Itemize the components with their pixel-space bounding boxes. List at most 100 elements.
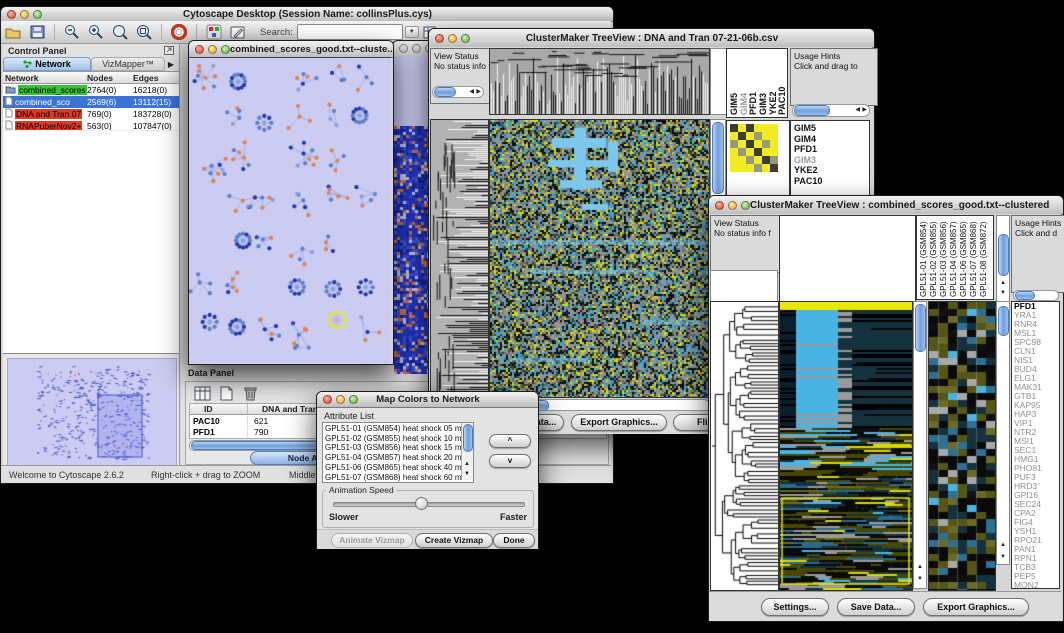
zoom-button[interactable] — [221, 45, 230, 54]
network-overview-canvas[interactable] — [7, 358, 177, 468]
slider-thumb[interactable] — [415, 497, 428, 510]
tv2-column-tree-area[interactable] — [779, 215, 916, 302]
tab-network[interactable]: Network — [3, 57, 91, 71]
minimize-button[interactable] — [448, 34, 457, 43]
matrix-cell[interactable] — [738, 124, 746, 132]
attribute-list-scroll-thumb[interactable] — [463, 424, 473, 452]
tv1-column-label[interactable]: PAC10 — [777, 51, 787, 115]
tv1-column-label[interactable]: GIM5 — [729, 51, 739, 115]
treeview2-title-bar[interactable]: ClusterMaker TreeView : combined_scores_… — [709, 196, 1063, 215]
attribute-list-item[interactable]: GPL51-02 (GSM855) heat shock 10 min — [323, 434, 461, 444]
matrix-cell[interactable] — [754, 132, 762, 140]
tv1-gene-label[interactable]: YKE2 — [794, 165, 869, 176]
matrix-cell[interactable] — [762, 124, 770, 132]
matrix-cell[interactable] — [746, 164, 754, 172]
matrix-cell[interactable] — [754, 156, 762, 164]
save-data-button[interactable]: Save Data... — [837, 598, 915, 616]
network-view-canvas[interactable] — [189, 57, 391, 363]
attribute-listbox[interactable]: GPL51-01 (GSM854) heat shock 05 minGPL51… — [322, 422, 474, 483]
matrix-cell[interactable] — [730, 164, 738, 172]
tv2-label-scrollbar[interactable]: ▲ ▼ — [996, 215, 1010, 302]
tv1-gene-label[interactable]: GIM3 — [794, 155, 869, 166]
matrix-cell[interactable] — [738, 156, 746, 164]
tv2-column-label[interactable]: GPL51-07 (GSM868) — [969, 217, 979, 297]
network-view-title-bar[interactable]: combined_scores_good.txt--cluste... — [189, 41, 393, 58]
tv2-column-label[interactable]: GPL51-06 (GSM865) — [959, 217, 969, 297]
select-attributes-icon[interactable] — [193, 384, 211, 402]
matrix-cell[interactable] — [730, 140, 738, 148]
zoom-in-icon[interactable] — [87, 23, 105, 41]
close-button[interactable] — [195, 45, 204, 54]
tab-overflow-arrow[interactable]: ▶ — [165, 57, 179, 71]
delete-attribute-icon[interactable] — [241, 384, 259, 402]
matrix-cell[interactable] — [738, 132, 746, 140]
matrix-cell[interactable] — [738, 164, 746, 172]
matrix-cell[interactable] — [730, 148, 738, 156]
save-icon[interactable] — [28, 23, 46, 41]
close-button[interactable] — [435, 34, 444, 43]
zoom-button[interactable] — [461, 34, 470, 43]
tv2-column-label[interactable]: GPL51-04 (GSM857) — [949, 217, 959, 297]
matrix-cell[interactable] — [754, 148, 762, 156]
export-graphics-button[interactable]: Export Graphics... — [923, 598, 1029, 616]
col-network[interactable]: Network — [3, 73, 87, 83]
scroll-thumb[interactable] — [794, 105, 830, 116]
tv2-column-label[interactable]: GPL51-03 (GSM856) — [939, 217, 949, 297]
tv2-label-scroll-thumb[interactable] — [998, 234, 1009, 276]
tv1-column-label[interactable]: GIM3 — [758, 51, 768, 115]
attribute-list-item[interactable]: GPL51-03 (GSM856) heat shock 15 min — [323, 443, 461, 453]
scroll-left-arrow[interactable]: ◀ — [855, 107, 860, 113]
matrix-cell[interactable] — [754, 124, 762, 132]
matrix-cell[interactable] — [770, 156, 778, 164]
zoom-button[interactable] — [33, 10, 42, 19]
tv2-column-label[interactable]: GPL51-08 (GSM872) — [979, 217, 989, 297]
data-col-id[interactable]: ID — [190, 404, 248, 414]
zoom-out-icon[interactable] — [63, 23, 81, 41]
minimize-button[interactable] — [336, 395, 345, 404]
matrix-cell[interactable] — [770, 164, 778, 172]
annotation-icon[interactable] — [229, 23, 247, 41]
close-button[interactable] — [323, 395, 332, 404]
scroll-down-arrow[interactable]: ▼ — [464, 471, 470, 477]
tv1-column-label[interactable]: PFD1 — [748, 51, 758, 115]
tv2-column-label[interactable]: GPL51-02 (GSM855) — [929, 217, 939, 297]
move-up-button[interactable]: ^ — [489, 434, 531, 448]
matrix-cell[interactable] — [762, 132, 770, 140]
tv2-usage-hscroll-thumb[interactable] — [1015, 291, 1035, 300]
attribute-list-vscrollbar[interactable]: ▲ ▼ — [461, 423, 473, 480]
open-file-icon[interactable] — [4, 23, 22, 41]
help-lifesaver-icon[interactable] — [170, 23, 188, 41]
treeview1-title-bar[interactable]: ClusterMaker TreeView : DNA and Tran 07-… — [429, 29, 874, 48]
matrix-cell[interactable] — [738, 140, 746, 148]
scroll-down-arrow[interactable]: ▼ — [1000, 554, 1006, 560]
col-nodes[interactable]: Nodes — [87, 73, 133, 83]
tv2-row-dendrogram-canvas[interactable] — [710, 301, 779, 591]
scroll-up-arrow[interactable]: ▲ — [1000, 542, 1006, 548]
animation-speed-slider[interactable] — [333, 502, 525, 507]
minimize-button[interactable] — [412, 44, 421, 53]
scroll-down-arrow[interactable]: ▼ — [1000, 290, 1006, 296]
scroll-up-arrow[interactable]: ▲ — [917, 564, 923, 570]
tv2-gene-scrollbar[interactable]: ▲ ▼ — [996, 301, 1010, 565]
col-edges[interactable]: Edges — [133, 73, 179, 83]
matrix-cell[interactable] — [730, 132, 738, 140]
network-list-item[interactable]: DNA and Tran 07769(0)183728(0) — [3, 108, 179, 120]
scroll-down-arrow[interactable]: ▼ — [917, 576, 923, 582]
zoom-button[interactable] — [741, 201, 750, 210]
tv1-gene-label[interactable]: GIM5 — [794, 123, 869, 134]
vizmapper-icon[interactable] — [205, 23, 223, 41]
minimize-button[interactable] — [20, 10, 29, 19]
matrix-cell[interactable] — [738, 148, 746, 156]
matrix-cell[interactable] — [746, 148, 754, 156]
tv1-view-status-hscrollbar[interactable]: ◀▶ — [432, 86, 484, 98]
matrix-cell[interactable] — [730, 156, 738, 164]
tv1-usage-hscrollbar[interactable]: ◀▶ — [792, 104, 870, 117]
attribute-list-item[interactable]: GPL51-06 (GSM865) heat shock 40 min — [323, 463, 461, 473]
search-dropdown-button[interactable]: ▼ — [405, 26, 419, 38]
zoom-button[interactable] — [349, 395, 358, 404]
tv1-column-label[interactable]: YKE2 — [768, 51, 778, 115]
tv1-gene-label[interactable]: PFD1 — [794, 144, 869, 155]
attribute-list-item[interactable]: GPL51-04 (GSM857) heat shock 20 min — [323, 453, 461, 463]
matrix-cell[interactable] — [754, 140, 762, 148]
tv1-column-label[interactable]: GIM4 — [739, 51, 749, 115]
